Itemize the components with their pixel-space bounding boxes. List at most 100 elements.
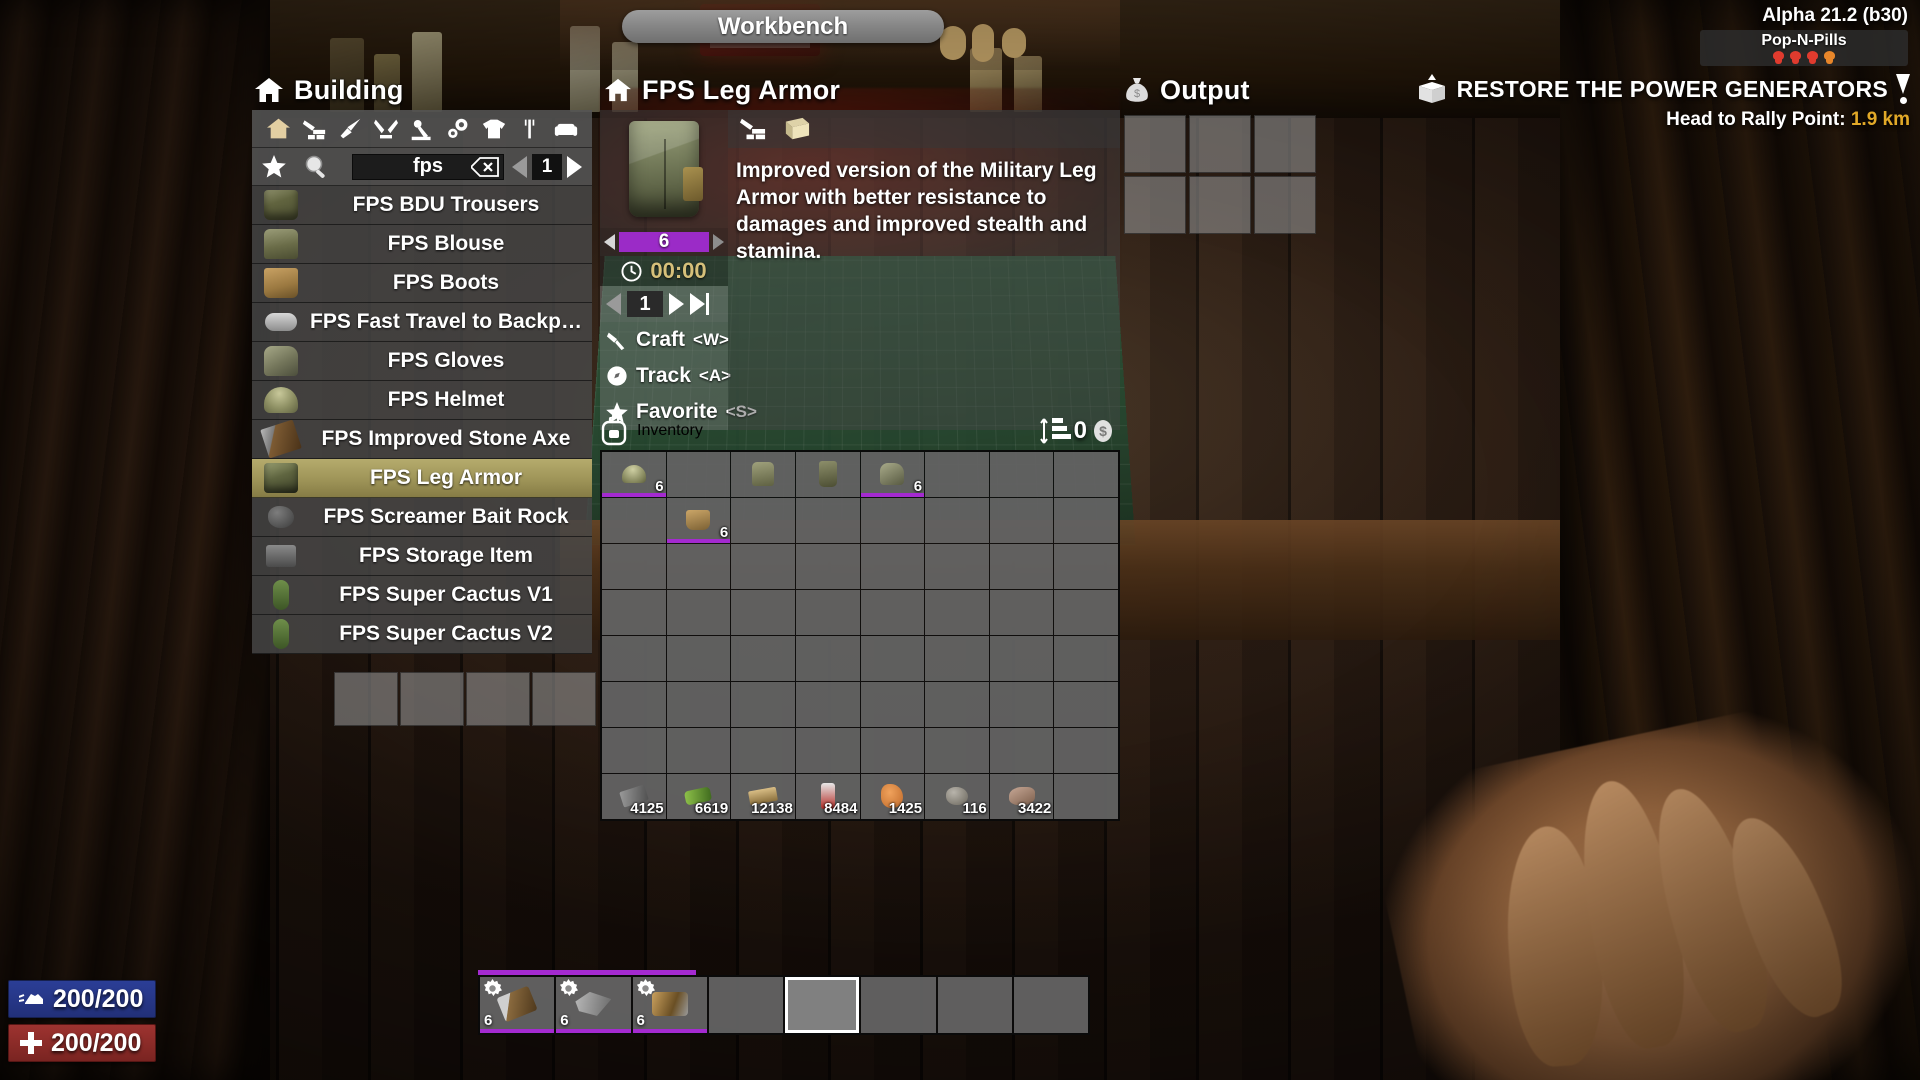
inventory-slot[interactable]: [925, 590, 989, 635]
output-slot[interactable]: [1124, 115, 1186, 173]
inventory-slot[interactable]: [795, 636, 860, 681]
inventory-slot[interactable]: [602, 728, 666, 773]
inventory-slot[interactable]: [989, 590, 1054, 635]
recipe-row[interactable]: FPS BDU Trousers: [252, 186, 592, 225]
inventory-slot[interactable]: [731, 452, 795, 497]
recipe-row[interactable]: FPS Fast Travel to Backpack Pill: [252, 303, 592, 342]
inventory-slot[interactable]: 4125: [602, 774, 666, 819]
category-clothing[interactable]: [476, 110, 512, 148]
recipe-row[interactable]: FPS Leg Armor: [252, 459, 592, 498]
output-slot[interactable]: [1124, 176, 1186, 234]
output-slot[interactable]: [1189, 176, 1251, 234]
toolbelt-slot[interactable]: 6: [556, 977, 631, 1033]
inventory-slot[interactable]: [860, 590, 925, 635]
category-tools[interactable]: [368, 110, 404, 148]
inventory-slot[interactable]: 1425: [860, 774, 925, 819]
inventory-slot[interactable]: [731, 590, 795, 635]
recipe-row[interactable]: FPS Super Cactus V2: [252, 615, 592, 654]
output-slot[interactable]: [1189, 115, 1251, 173]
inventory-slot[interactable]: 6: [860, 452, 925, 497]
inventory-slot[interactable]: [1054, 682, 1118, 727]
recipe-row[interactable]: FPS Boots: [252, 264, 592, 303]
category-building[interactable]: [296, 110, 332, 148]
inventory-slot[interactable]: [795, 728, 860, 773]
inventory-slot[interactable]: [989, 636, 1054, 681]
inventory-slot[interactable]: 6: [666, 498, 731, 543]
inventory-slot[interactable]: 8484: [795, 774, 860, 819]
quality-increase-button[interactable]: [713, 234, 724, 250]
category-decor[interactable]: [548, 110, 584, 148]
inventory-slot[interactable]: [666, 636, 731, 681]
inventory-slot[interactable]: [1054, 498, 1118, 543]
inventory-slot[interactable]: [860, 544, 925, 589]
inventory-slot[interactable]: [731, 544, 795, 589]
slot[interactable]: [532, 672, 596, 726]
inventory-slot[interactable]: [925, 544, 989, 589]
toolbelt-slot[interactable]: [861, 977, 936, 1033]
slot[interactable]: [400, 672, 464, 726]
toolbelt-slot[interactable]: [1013, 977, 1088, 1033]
inventory-slot[interactable]: [795, 590, 860, 635]
category-weapons[interactable]: [332, 110, 368, 148]
count-decrease-button[interactable]: [606, 293, 621, 315]
recipe-row[interactable]: FPS Improved Stone Axe: [252, 419, 592, 459]
inventory-slot[interactable]: [989, 682, 1054, 727]
inventory-slot[interactable]: 3422: [989, 774, 1054, 819]
inventory-slot[interactable]: [795, 452, 860, 497]
track-button[interactable]: Track <A>: [600, 358, 731, 394]
inventory-slot[interactable]: [925, 728, 989, 773]
recipe-row[interactable]: FPS Storage Item: [252, 537, 592, 576]
inventory-slot[interactable]: [989, 498, 1054, 543]
sort-icon[interactable]: [1038, 415, 1074, 447]
toolbelt-slot[interactable]: 6: [480, 977, 555, 1033]
inventory-slot[interactable]: [731, 636, 795, 681]
recipe-row[interactable]: FPS Helmet: [252, 381, 592, 420]
inventory-slot[interactable]: [989, 452, 1054, 497]
inventory-slot[interactable]: [989, 728, 1054, 773]
backspace-icon[interactable]: [471, 156, 499, 177]
inventory-slot[interactable]: [1054, 728, 1118, 773]
inventory-slot[interactable]: [989, 544, 1054, 589]
inventory-slot[interactable]: [666, 544, 731, 589]
inventory-slot[interactable]: [602, 682, 666, 727]
inventory-slot[interactable]: [1054, 774, 1118, 819]
inventory-slot[interactable]: [602, 544, 666, 589]
slot[interactable]: [334, 672, 398, 726]
output-slot[interactable]: [1254, 115, 1316, 173]
inventory-slot[interactable]: [795, 682, 860, 727]
inventory-slot[interactable]: [1054, 452, 1118, 497]
inventory-slot[interactable]: [1054, 636, 1118, 681]
inventory-slot[interactable]: [925, 452, 989, 497]
output-slot[interactable]: [1254, 176, 1316, 234]
category-science[interactable]: [404, 110, 440, 148]
category-all-house[interactable]: [260, 110, 296, 148]
category-resources[interactable]: [440, 110, 476, 148]
inventory-slot[interactable]: [602, 590, 666, 635]
inventory-slot[interactable]: [860, 682, 925, 727]
inventory-slot[interactable]: [602, 498, 666, 543]
toolbelt-slot[interactable]: 6: [632, 977, 707, 1033]
inventory-slot[interactable]: [860, 728, 925, 773]
slot[interactable]: [466, 672, 530, 726]
magnifier-icon[interactable]: [304, 154, 352, 179]
recipe-row[interactable]: FPS Gloves: [252, 342, 592, 381]
inventory-slot[interactable]: [795, 544, 860, 589]
inventory-slot[interactable]: [731, 682, 795, 727]
inventory-slot[interactable]: [602, 636, 666, 681]
inventory-slot[interactable]: [666, 452, 731, 497]
recipe-row[interactable]: FPS Screamer Bait Rock: [252, 498, 592, 537]
inventory-slot[interactable]: 6: [602, 452, 666, 497]
star-icon[interactable]: [262, 155, 304, 178]
inventory-slot[interactable]: [860, 498, 925, 543]
prev-page-button[interactable]: [512, 155, 527, 178]
inventory-slot[interactable]: [666, 590, 731, 635]
search-input[interactable]: fps: [352, 153, 504, 180]
inventory-slot[interactable]: [795, 498, 860, 543]
category-food[interactable]: [512, 110, 548, 148]
inventory-slot[interactable]: [925, 636, 989, 681]
recipe-row[interactable]: FPS Super Cactus V1: [252, 576, 592, 615]
inventory-slot[interactable]: [925, 498, 989, 543]
quality-decrease-button[interactable]: [604, 234, 615, 250]
inventory-slot[interactable]: [666, 728, 731, 773]
toolbelt-slot[interactable]: [937, 977, 1012, 1033]
